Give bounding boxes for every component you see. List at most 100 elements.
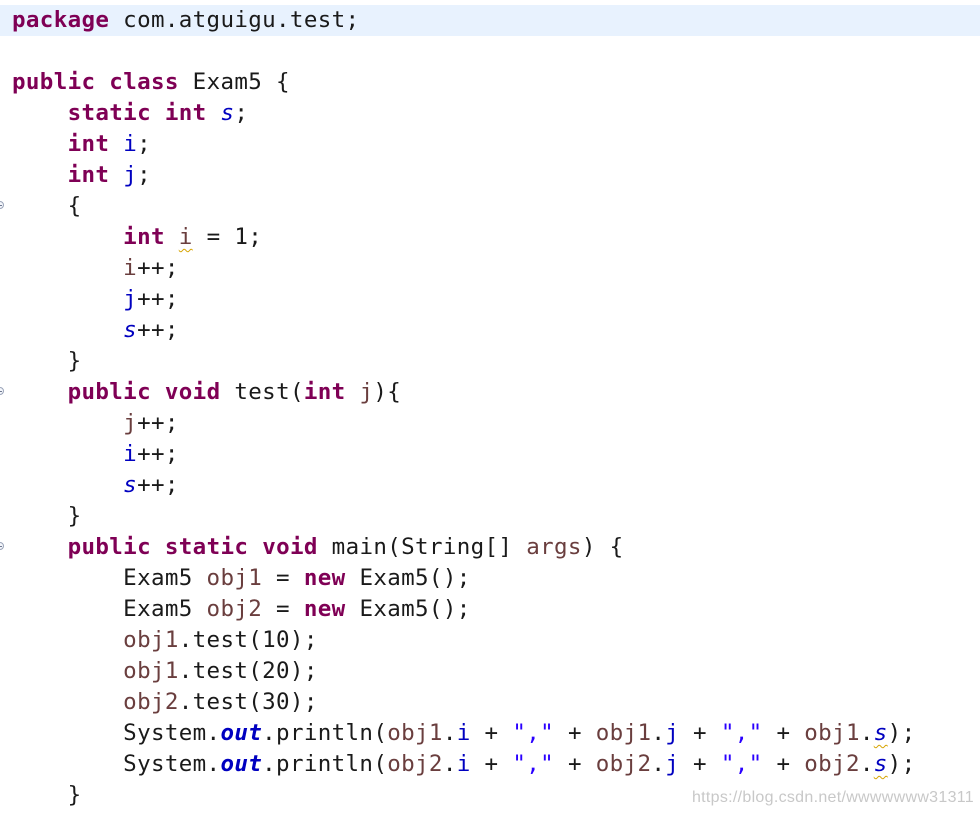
code-token: . <box>651 720 666 746</box>
code-line: j++; <box>12 408 980 439</box>
static-field: s <box>220 100 235 126</box>
code-token: Exam5 <box>12 565 207 591</box>
code-token: = 1; <box>192 224 263 250</box>
code-token: ; <box>137 162 152 188</box>
code-token: } <box>12 782 82 808</box>
static-field: out <box>220 751 263 777</box>
field: i <box>456 720 471 746</box>
code-token: } <box>12 503 82 529</box>
local-variable: obj2 <box>387 751 443 777</box>
code-token: + <box>470 720 513 746</box>
code-line: } <box>12 501 980 532</box>
local-variable: obj1 <box>123 658 179 684</box>
string-literal: "," <box>512 751 555 777</box>
code-token: test( <box>220 379 304 405</box>
collapse-icon[interactable] <box>0 387 4 395</box>
code-token: + <box>554 720 596 746</box>
code-token: com.atguigu.test; <box>109 7 360 33</box>
code-line: s++; <box>12 470 980 501</box>
keyword: static <box>164 534 249 560</box>
code-line: { <box>12 191 980 222</box>
code-line: i++; <box>12 253 980 284</box>
code-token: System. <box>12 720 221 746</box>
keyword: package <box>12 7 110 33</box>
code-line: } <box>12 346 980 377</box>
keyword: int <box>123 224 165 250</box>
keyword: public <box>12 69 96 95</box>
local-variable: obj1 <box>123 627 179 653</box>
code-line: j++; <box>12 284 980 315</box>
keyword: new <box>303 596 346 622</box>
code-token: Exam5(); <box>345 596 471 622</box>
collapse-icon[interactable] <box>0 542 4 550</box>
code-line: public static void main(String[] args) { <box>12 532 980 563</box>
local-variable: obj2 <box>123 689 179 715</box>
code-token: ; <box>234 100 249 126</box>
field: j <box>665 720 680 746</box>
code-line: int i = 1; <box>12 222 980 253</box>
parameter: j <box>123 410 138 436</box>
code-text[interactable]: package com.atguigu.test; public class E… <box>0 5 980 811</box>
code-token: ++; <box>137 441 179 467</box>
code-token: ) { <box>581 534 624 560</box>
string-literal: "," <box>720 751 763 777</box>
watermark: https://blog.csdn.net/wwwwwww31311 <box>691 789 974 806</box>
keyword: class <box>109 69 179 95</box>
code-token: . <box>442 751 457 777</box>
code-line: s++; <box>12 315 980 346</box>
code-token: .test(20); <box>178 658 318 684</box>
code-line: static int s; <box>12 98 980 129</box>
code-token: ){ <box>373 379 402 405</box>
code-line: i++; <box>12 439 980 470</box>
local-variable: obj1 <box>387 720 443 746</box>
code-token: ++; <box>137 317 179 343</box>
collapse-icon[interactable] <box>0 201 4 209</box>
code-token: Exam5 <box>12 596 207 622</box>
code-token: + <box>762 720 805 746</box>
string-literal: "," <box>720 720 763 746</box>
code-token: + <box>679 720 721 746</box>
code-line: obj2.test(30); <box>12 687 980 718</box>
code-line: int j; <box>12 160 980 191</box>
code-token: ++; <box>137 255 179 281</box>
code-line: Exam5 obj2 = new Exam5(); <box>12 594 980 625</box>
static-field: out <box>220 720 263 746</box>
local-variable: obj2 <box>595 751 652 777</box>
field: j <box>123 286 138 312</box>
code-editor[interactable]: package com.atguigu.test; public class E… <box>0 0 980 815</box>
code-token: ); <box>887 751 916 777</box>
local-variable-warning: i <box>178 224 193 250</box>
code-line: System.out.println(obj1.i + "," + obj1.j… <box>12 718 980 749</box>
static-field-warning: s <box>873 720 888 746</box>
keyword: new <box>303 565 346 591</box>
code-token: . <box>442 720 457 746</box>
code-token: ); <box>887 720 916 746</box>
code-token: = <box>262 565 304 591</box>
local-variable: i <box>123 255 138 281</box>
string-literal: "," <box>512 720 555 746</box>
code-line: System.out.println(obj2.i + "," + obj2.j… <box>12 749 980 780</box>
keyword: public <box>67 379 151 405</box>
keyword: int <box>164 100 207 126</box>
local-variable: obj2 <box>804 751 860 777</box>
keyword: void <box>164 379 221 405</box>
code-token: + <box>762 751 805 777</box>
code-line: public void test(int j){ <box>12 377 980 408</box>
code-token: . <box>859 720 874 746</box>
